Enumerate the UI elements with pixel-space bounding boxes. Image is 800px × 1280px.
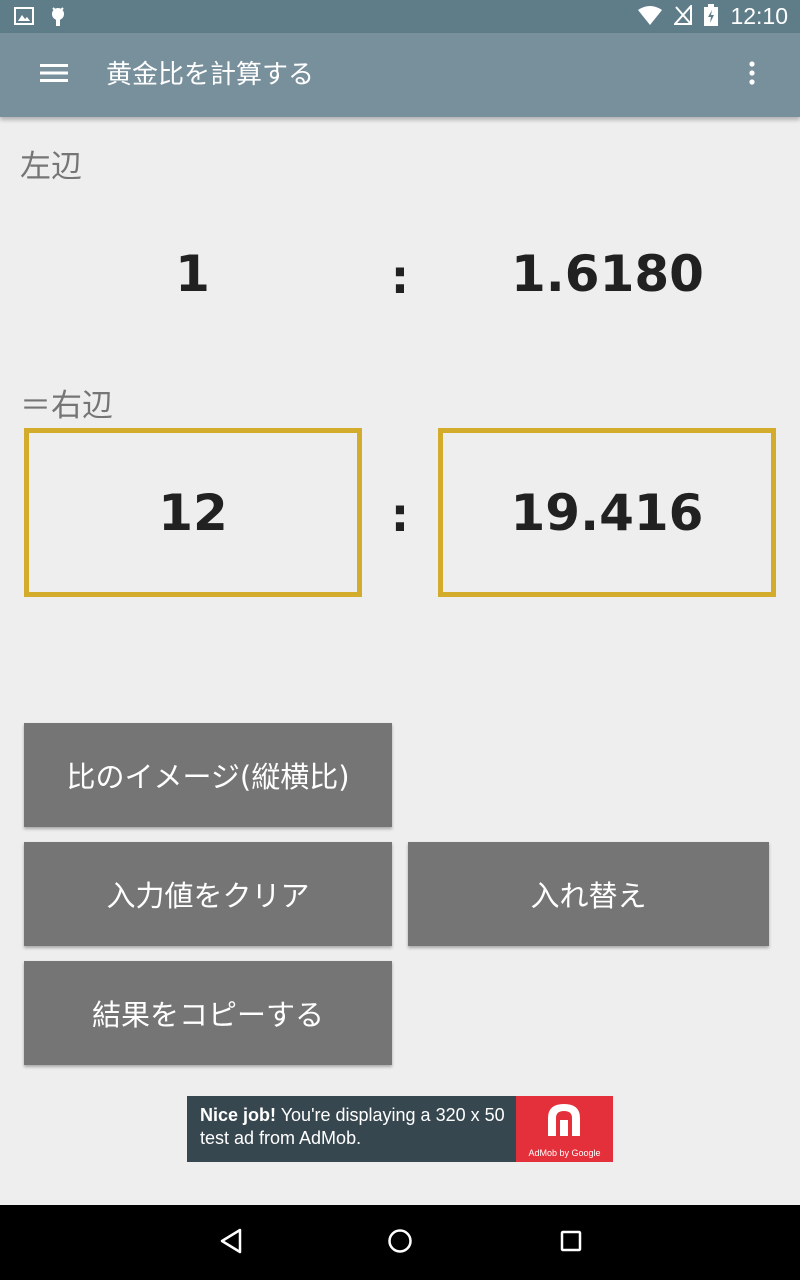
ad-headline: Nice job! <box>200 1105 277 1125</box>
back-icon <box>219 1228 243 1258</box>
right-side-label: ＝右辺 <box>20 388 113 424</box>
admob-logo: AdMob by Google <box>516 1096 613 1162</box>
ad-banner[interactable]: Nice job! You're displaying a 320 x 50 t… <box>187 1096 613 1162</box>
right-input-a[interactable]: 12 <box>24 428 362 597</box>
overflow-menu-icon <box>748 61 756 89</box>
menu-icon <box>40 63 68 87</box>
home-button[interactable] <box>380 1223 420 1263</box>
navigation-bar <box>0 1205 800 1280</box>
wifi-icon <box>638 5 663 29</box>
left-separator: : <box>390 250 410 304</box>
left-value-b: 1.6180 <box>511 245 704 303</box>
menu-button[interactable] <box>26 51 82 99</box>
clear-input-button[interactable]: 入力値をクリア <box>24 842 392 946</box>
ad-logo-text: AdMob by Google <box>528 1148 601 1158</box>
recents-icon <box>560 1230 582 1256</box>
app-bar: 黄金比を計算する <box>0 33 800 117</box>
right-separator: : <box>390 488 410 542</box>
battery-charging-icon <box>704 3 719 30</box>
page-title: 黄金比を計算する <box>106 60 315 90</box>
left-value-a: 1 <box>175 245 210 303</box>
image-icon <box>14 6 34 32</box>
ad-text: Nice job! You're displaying a 320 x 50 t… <box>200 1104 520 1150</box>
left-side-label: 左辺 <box>20 149 82 185</box>
swap-button[interactable]: 入れ替え <box>408 842 769 946</box>
recents-button[interactable] <box>551 1223 591 1263</box>
home-icon <box>387 1228 413 1258</box>
no-signal-icon <box>673 2 693 29</box>
android-debug-icon <box>48 6 68 32</box>
right-input-b[interactable]: 19.416 <box>438 428 776 597</box>
back-button[interactable] <box>211 1223 251 1263</box>
clock: 12:10 <box>730 3 788 29</box>
copy-result-button[interactable]: 結果をコピーする <box>24 961 392 1065</box>
status-bar: 12:10 <box>0 0 800 33</box>
aspect-ratio-image-button[interactable]: 比のイメージ(縦横比) <box>24 723 392 827</box>
overflow-menu-button[interactable] <box>732 55 772 95</box>
admob-icon <box>548 1104 580 1136</box>
